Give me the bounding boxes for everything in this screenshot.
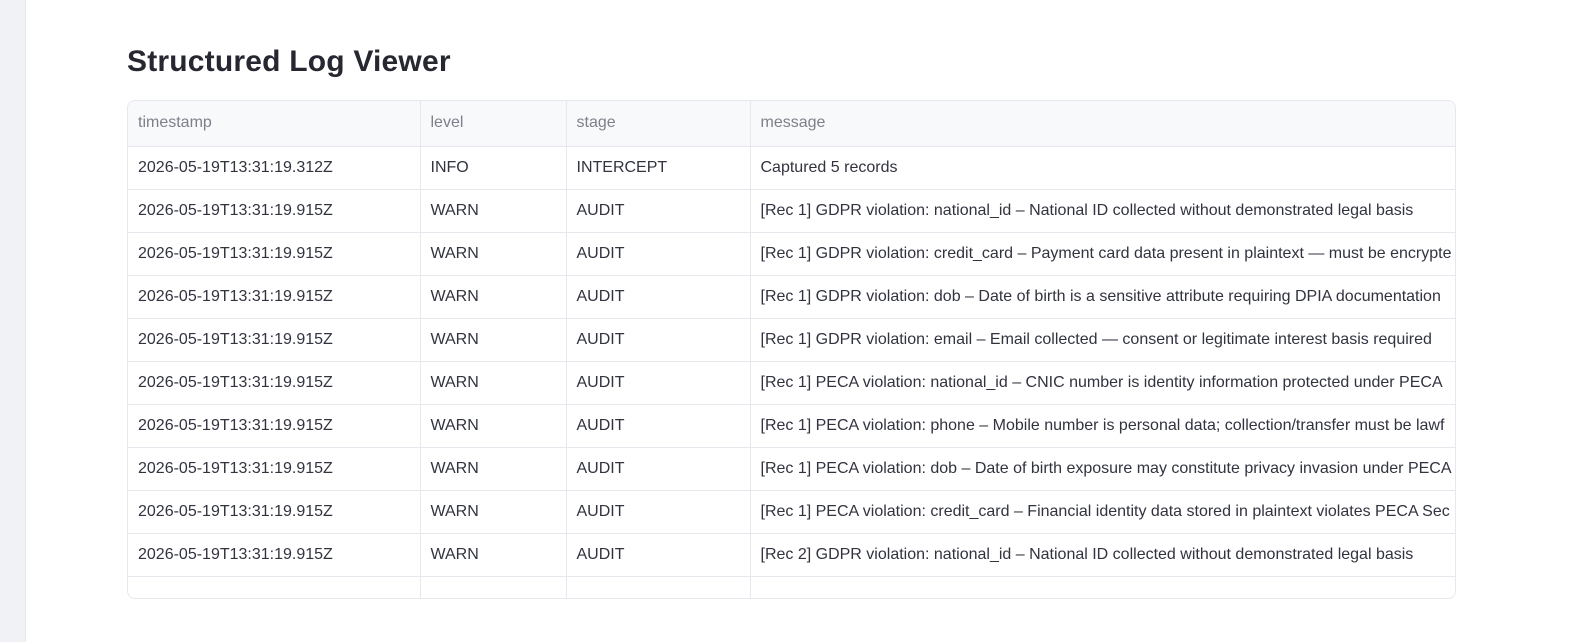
cell-message[interactable]: [Rec 1] PECA violation: credit_card – Fi… [750,490,1455,534]
cell-stage[interactable]: AUDIT [566,232,751,276]
cell-timestamp[interactable]: 2026-05-19T13:31:19.312Z [128,146,421,190]
cell-stage[interactable]: AUDIT [566,533,751,577]
table-row[interactable]: 2026-05-19T13:31:19.915Z WARN AUDIT [Rec 1]… [128,189,1455,233]
cell-message[interactable]: [Rec 1] GDPR violation: dob – Date of bi… [750,275,1455,319]
table-row[interactable]: 2026-05-19T13:31:19.915Z WARN AUDIT [Rec 1]… [128,232,1455,276]
table-row[interactable]: 2026-05-19T13:31:19.915Z WARN AUDIT [Rec 1]… [128,361,1455,405]
page-title: Structured Log Viewer [127,45,451,78]
cell-timestamp[interactable]: 2026-05-19T13:31:19.915Z [128,318,421,362]
table-header: timestamp level stage message [128,101,1455,147]
table-row-partial[interactable] [128,576,1455,598]
cell-timestamp[interactable] [128,576,421,598]
table-row[interactable]: 2026-05-19T13:31:19.312Z INFO INTERCEPT Cap… [128,146,1455,190]
cell-timestamp[interactable]: 2026-05-19T13:31:19.915Z [128,533,421,577]
cell-stage[interactable] [566,576,751,598]
cell-level[interactable]: WARN [420,318,567,362]
cell-level[interactable]: WARN [420,404,567,448]
column-header-message[interactable]: message [750,101,1455,147]
table-row[interactable]: 2026-05-19T13:31:19.915Z WARN AUDIT [Rec 1]… [128,318,1455,362]
cell-stage[interactable]: AUDIT [566,275,751,319]
cell-timestamp[interactable]: 2026-05-19T13:31:19.915Z [128,404,421,448]
cell-timestamp[interactable]: 2026-05-19T13:31:19.915Z [128,490,421,534]
cell-message[interactable]: [Rec 2] GDPR violation: national_id – Na… [750,533,1455,577]
table-row[interactable]: 2026-05-19T13:31:19.915Z WARN AUDIT [Rec 2]… [128,533,1455,577]
cell-level[interactable]: INFO [420,146,567,190]
column-header-level[interactable]: level [420,101,567,147]
table-row[interactable]: 2026-05-19T13:31:19.915Z WARN AUDIT [Rec 1]… [128,404,1455,448]
table-row[interactable]: 2026-05-19T13:31:19.915Z WARN AUDIT [Rec 1]… [128,490,1455,534]
cell-stage[interactable]: AUDIT [566,404,751,448]
cell-stage[interactable]: AUDIT [566,490,751,534]
cell-level[interactable]: WARN [420,490,567,534]
cell-message[interactable]: [Rec 1] PECA violation: phone – Mobile n… [750,404,1455,448]
cell-stage[interactable]: INTERCEPT [566,146,751,190]
cell-stage[interactable]: AUDIT [566,318,751,362]
cell-timestamp[interactable]: 2026-05-19T13:31:19.915Z [128,447,421,491]
cell-level[interactable]: WARN [420,232,567,276]
cell-timestamp[interactable]: 2026-05-19T13:31:19.915Z [128,275,421,319]
table-row[interactable]: 2026-05-19T13:31:19.915Z WARN AUDIT [Rec 1]… [128,275,1455,319]
cell-level[interactable]: WARN [420,361,567,405]
cell-stage[interactable]: AUDIT [566,361,751,405]
column-header-timestamp[interactable]: timestamp [128,101,421,147]
cell-timestamp[interactable]: 2026-05-19T13:31:19.915Z [128,232,421,276]
header-row: timestamp level stage message [128,101,1455,147]
cell-level[interactable]: WARN [420,533,567,577]
cell-message[interactable]: [Rec 1] GDPR violation: credit_card – Pa… [750,232,1455,276]
cell-level[interactable] [420,576,567,598]
column-header-stage[interactable]: stage [566,101,751,147]
log-table: timestamp level stage message 2026-05-19… [128,101,1455,598]
table-body: 2026-05-19T13:31:19.312Z INFO INTERCEPT Cap… [128,146,1455,598]
log-table-container[interactable]: timestamp level stage message 2026-05-19… [127,100,1456,599]
cell-level[interactable]: WARN [420,189,567,233]
cell-message[interactable]: [Rec 1] GDPR violation: email – Email co… [750,318,1455,362]
cell-stage[interactable]: AUDIT [566,447,751,491]
cell-level[interactable]: WARN [420,447,567,491]
cell-message[interactable]: Captured 5 records [750,146,1455,190]
cell-level[interactable]: WARN [420,275,567,319]
cell-stage[interactable]: AUDIT [566,189,751,233]
sidebar-collapsed [0,0,26,642]
cell-message[interactable]: [Rec 1] PECA violation: national_id – CN… [750,361,1455,405]
cell-timestamp[interactable]: 2026-05-19T13:31:19.915Z [128,189,421,233]
cell-timestamp[interactable]: 2026-05-19T13:31:19.915Z [128,361,421,405]
cell-message[interactable] [750,576,1455,598]
cell-message[interactable]: [Rec 1] GDPR violation: national_id – Na… [750,189,1455,233]
table-row[interactable]: 2026-05-19T13:31:19.915Z WARN AUDIT [Rec 1]… [128,447,1455,491]
cell-message[interactable]: [Rec 1] PECA violation: dob – Date of bi… [750,447,1455,491]
